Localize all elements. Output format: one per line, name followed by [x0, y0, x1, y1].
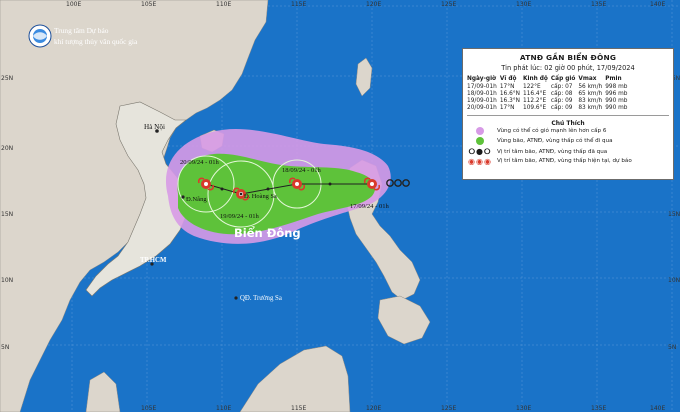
cell: 16.3°N	[499, 97, 521, 104]
svg-text:110E: 110E	[216, 1, 231, 8]
logo-line1: Trung tâm Dự báo	[54, 26, 109, 35]
label-hanoi: Hà Nội	[144, 123, 165, 131]
svg-text:135E: 135E	[591, 405, 606, 412]
legend-title: Chú Thích	[551, 119, 585, 127]
label-danang: Đ.Nẵng	[186, 196, 207, 203]
svg-text:105E: 105E	[141, 1, 156, 8]
track-label-19-09: 19/09/24 - 01h	[220, 213, 260, 220]
legend-item-risk-zone: Vùng có thể có gió mạnh lên hơn cấp 6	[463, 126, 607, 135]
legend-item-current-position: ◉◉◉ Vị trí tâm bão, ATNĐ, vùng thấp hiện…	[463, 157, 632, 166]
svg-text:130E: 130E	[516, 405, 531, 412]
svg-text:10N: 10N	[1, 277, 13, 284]
header-lat: Vĩ độ	[499, 76, 517, 82]
label-bien-dong: Biển Đông	[234, 225, 301, 240]
svg-text:25N: 25N	[1, 75, 13, 82]
cell: 990 mb	[605, 97, 628, 104]
cell: cấp: 09	[550, 97, 573, 104]
legend-text: Vùng có thể có gió mạnh lên hơn cấp 6	[497, 127, 607, 134]
cell: 20/09-01h	[467, 105, 497, 112]
label-truong-sa: QĐ. Trường Sa	[240, 295, 282, 302]
track-label-17-09: 17/09/24 - 01h	[350, 203, 390, 210]
svg-text:105E: 105E	[141, 405, 156, 412]
table-row: 19/09-01h 16.3°N 112.2°E cấp: 09 83 km/h…	[467, 97, 630, 104]
svg-text:130E: 130E	[516, 1, 531, 8]
svg-text:5N: 5N	[668, 344, 676, 351]
legend-text: Vị trí tâm bão, ATNĐ, vùng thấp đã qua	[497, 148, 608, 155]
table-row: 20/09-01h 17°N 109.6°E cấp: 09 83 km/h 9…	[467, 105, 630, 112]
cell: 17°N	[499, 105, 515, 112]
cell: 65 km/h	[578, 90, 603, 97]
svg-text:115E: 115E	[291, 405, 306, 412]
cell: 83 km/h	[578, 105, 603, 112]
header-datetime: Ngày-giờ	[467, 76, 497, 82]
cell: 998 mb	[605, 83, 628, 90]
legend-item-past-position: ⭘●⭘ Vị trí tâm bão, ATNĐ, vùng thấp đã q…	[463, 146, 608, 157]
svg-text:15N: 15N	[1, 211, 13, 218]
track-label-18-09: 18/09/24 - 01h	[282, 167, 322, 174]
header-pmin: Pmin	[605, 76, 622, 82]
cell: 17/09-01h	[467, 83, 497, 90]
cell: cấp: 07	[550, 83, 573, 90]
cell: 56 km/h	[578, 83, 603, 90]
svg-text:15N: 15N	[668, 211, 680, 218]
svg-text:140E: 140E	[650, 1, 665, 8]
track-label-20-09: 20/09/24 - 01h	[180, 159, 220, 166]
legend-item-path-zone: Vùng bão, ATNĐ, vùng thấp có thể đi qua	[463, 136, 613, 145]
past-position-icon: ⭘●⭘	[468, 146, 492, 156]
forecast-table: Ngày-giờ Vĩ độ Kinh độ Cấp gió Vmax Pmin…	[467, 75, 630, 112]
hoang-sa-dot	[239, 192, 243, 196]
info-issued-time: Tin phát lúc: 02 giờ 00 phút, 17/09/2024	[501, 64, 635, 72]
label-hoang-sa: Đ. Hoàng Sa	[244, 193, 277, 200]
cell: 122°E	[523, 83, 541, 90]
cell: 112.2°E	[523, 97, 547, 104]
cell: 116.4°E	[523, 90, 547, 97]
cell: 990 mb	[605, 105, 628, 112]
label-hcm: TP.HCM	[140, 257, 167, 264]
cell: 16.6°N	[499, 90, 521, 97]
header-wind-level: Cấp gió	[550, 76, 576, 82]
path-zone-swatch	[476, 136, 484, 145]
svg-text:10N: 10N	[668, 277, 680, 284]
svg-text:125E: 125E	[441, 1, 456, 8]
info-title: ATNĐ GẦN BIỂN ĐÔNG	[519, 53, 617, 62]
header-lon: Kinh độ	[523, 76, 548, 82]
forecast-table-header: Ngày-giờ Vĩ độ Kinh độ Cấp gió Vmax Pmin	[467, 75, 630, 83]
header-vmax: Vmax	[578, 76, 597, 82]
svg-text:140E: 140E	[650, 405, 665, 412]
svg-text:120E: 120E	[366, 405, 381, 412]
table-row: 17/09-01h 17°N 122°E cấp: 07 56 km/h 998…	[467, 83, 630, 90]
svg-text:125E: 125E	[441, 405, 456, 412]
svg-text:110E: 110E	[216, 405, 231, 412]
current-position-icon: ◉◉◉	[468, 156, 492, 166]
svg-text:5N: 5N	[1, 344, 9, 351]
storm-info-box: ATNĐ GẦN BIỂN ĐÔNG Tin phát lúc: 02 giờ …	[462, 48, 674, 180]
cell: 83 km/h	[578, 97, 603, 104]
svg-text:100E: 100E	[66, 1, 81, 8]
truong-sa-dot	[234, 296, 238, 300]
cell: 996 mb	[605, 90, 628, 97]
cell: 109.6°E	[523, 105, 547, 112]
cell: 18/09-01h	[467, 90, 497, 97]
cell: 17°N	[499, 83, 515, 90]
cell: cấp: 09	[550, 105, 573, 112]
danang-dot	[181, 195, 185, 199]
svg-text:20N: 20N	[1, 145, 13, 152]
legend-text: Vị trí tâm bão, ATNĐ, vùng thấp hiện tại…	[497, 158, 632, 165]
nchmf-logo	[28, 24, 52, 48]
logo-line2: khí tượng thủy văn quốc gia	[54, 37, 138, 46]
svg-text:120E: 120E	[366, 1, 381, 8]
svg-text:135E: 135E	[591, 1, 606, 8]
cell: cấp: 08	[550, 90, 573, 97]
svg-text:115E: 115E	[291, 1, 306, 8]
legend-text: Vùng bão, ATNĐ, vùng thấp có thể đi qua	[497, 137, 613, 144]
table-row: 18/09-01h 16.6°N 116.4°E cấp: 08 65 km/h…	[467, 90, 630, 97]
cell: 19/09-01h	[467, 97, 497, 104]
risk-zone-swatch	[476, 126, 484, 135]
